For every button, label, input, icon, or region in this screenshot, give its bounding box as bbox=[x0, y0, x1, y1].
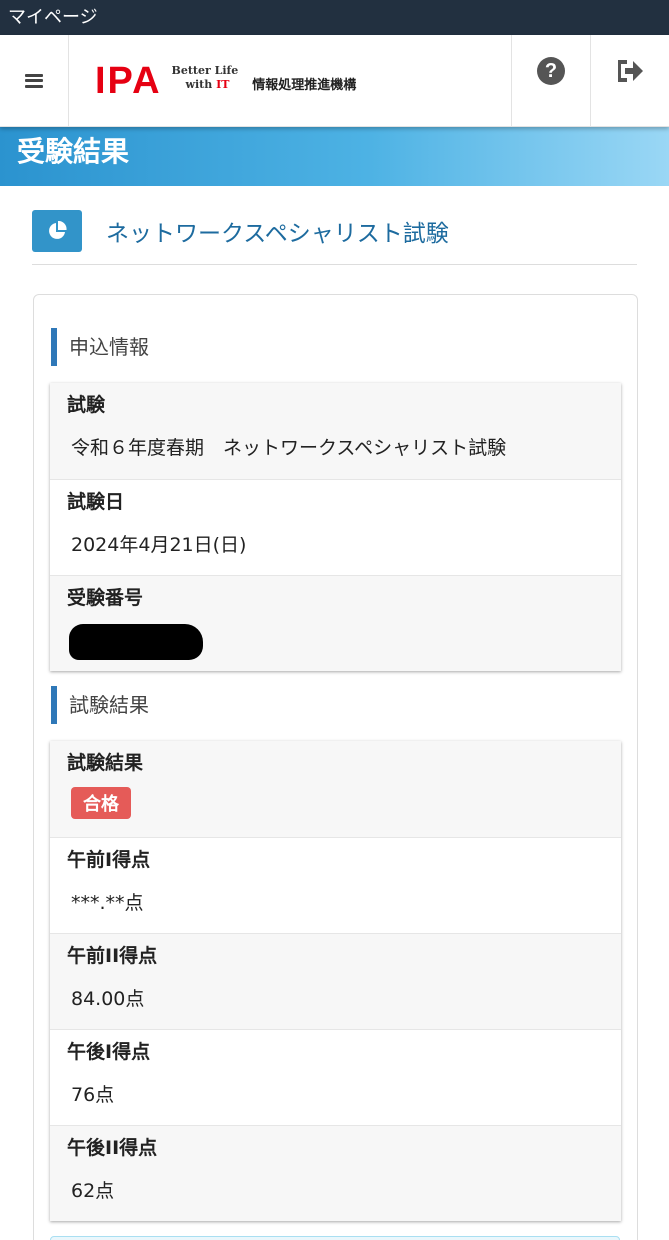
pie-chart-icon bbox=[49, 221, 67, 239]
score-row: 午後II得点 62点 bbox=[50, 1125, 621, 1221]
pie-chart-icon-box bbox=[32, 210, 82, 252]
top-navbar: IPA Better Life with IT 情報処理推進機構 ? bbox=[0, 35, 669, 127]
pass-badge: 合格 bbox=[71, 787, 131, 819]
exam-date-row: 試験日 2024年4月21日(日) bbox=[50, 479, 621, 575]
next-panel-edge bbox=[50, 1236, 620, 1240]
result-label: 試験結果 bbox=[67, 752, 144, 774]
result-info-box: 試験結果 合格 午前I得点 ***.**点 午前II得点 84.00点 午後I得… bbox=[50, 741, 621, 1221]
score-label: 午前II得点 bbox=[67, 945, 158, 967]
logo-tagline: Better Life with IT bbox=[172, 64, 239, 92]
ipa-logo-text: IPA bbox=[95, 59, 162, 102]
exam-heading: ネットワークスペシャリスト試験 bbox=[32, 210, 637, 265]
tagline-line1: Better Life bbox=[171, 63, 239, 77]
tagline-line2: with IT bbox=[185, 77, 230, 91]
score-row: 午後I得点 76点 bbox=[50, 1029, 621, 1125]
score-value: 62点 bbox=[71, 1180, 115, 1202]
exam-number-label: 受験番号 bbox=[67, 587, 144, 609]
ipa-logo[interactable]: IPA Better Life with IT 情報処理推進機構 bbox=[69, 35, 511, 126]
status-bar: マイページ bbox=[0, 0, 669, 35]
exam-name-label: 試験 bbox=[67, 394, 106, 416]
score-value: 84.00点 bbox=[71, 988, 145, 1010]
logout-button[interactable] bbox=[590, 35, 669, 126]
score-label: 午前I得点 bbox=[67, 849, 151, 871]
application-section-title: 申込情報 bbox=[51, 328, 149, 366]
status-bar-title: マイページ bbox=[8, 7, 98, 28]
score-row: 午前I得点 ***.**点 bbox=[50, 837, 621, 933]
result-row: 試験結果 合格 bbox=[50, 741, 621, 837]
help-icon: ? bbox=[537, 57, 565, 85]
page-title: 受験結果 bbox=[17, 135, 130, 168]
org-name: 情報処理推進機構 bbox=[252, 78, 357, 93]
score-label: 午後II得点 bbox=[67, 1137, 158, 1159]
help-button[interactable]: ? bbox=[511, 35, 590, 126]
logout-icon bbox=[618, 60, 643, 82]
result-card: 申込情報 試験 令和６年度春期 ネットワークスペシャリスト試験 試験日 2024… bbox=[33, 294, 638, 1240]
score-value: ***.**点 bbox=[71, 892, 144, 914]
menu-icon bbox=[25, 73, 43, 88]
exam-number-row: 受験番号 bbox=[50, 575, 621, 671]
exam-title: ネットワークスペシャリスト試験 bbox=[106, 221, 449, 247]
score-value: 76点 bbox=[71, 1084, 115, 1106]
score-row: 午前II得点 84.00点 bbox=[50, 933, 621, 1029]
score-label: 午後I得点 bbox=[67, 1041, 151, 1063]
redacted-exam-number bbox=[69, 624, 203, 660]
exam-date-value: 2024年4月21日(日) bbox=[71, 534, 247, 556]
menu-button[interactable] bbox=[0, 35, 69, 126]
exam-name-value: 令和６年度春期 ネットワークスペシャリスト試験 bbox=[71, 437, 507, 459]
result-section-title: 試験結果 bbox=[51, 686, 149, 724]
application-info-box: 試験 令和６年度春期 ネットワークスペシャリスト試験 試験日 2024年4月21… bbox=[50, 383, 621, 671]
exam-name-row: 試験 令和６年度春期 ネットワークスペシャリスト試験 bbox=[50, 383, 621, 479]
page-banner: 受験結果 bbox=[0, 126, 669, 186]
exam-date-label: 試験日 bbox=[67, 491, 125, 513]
